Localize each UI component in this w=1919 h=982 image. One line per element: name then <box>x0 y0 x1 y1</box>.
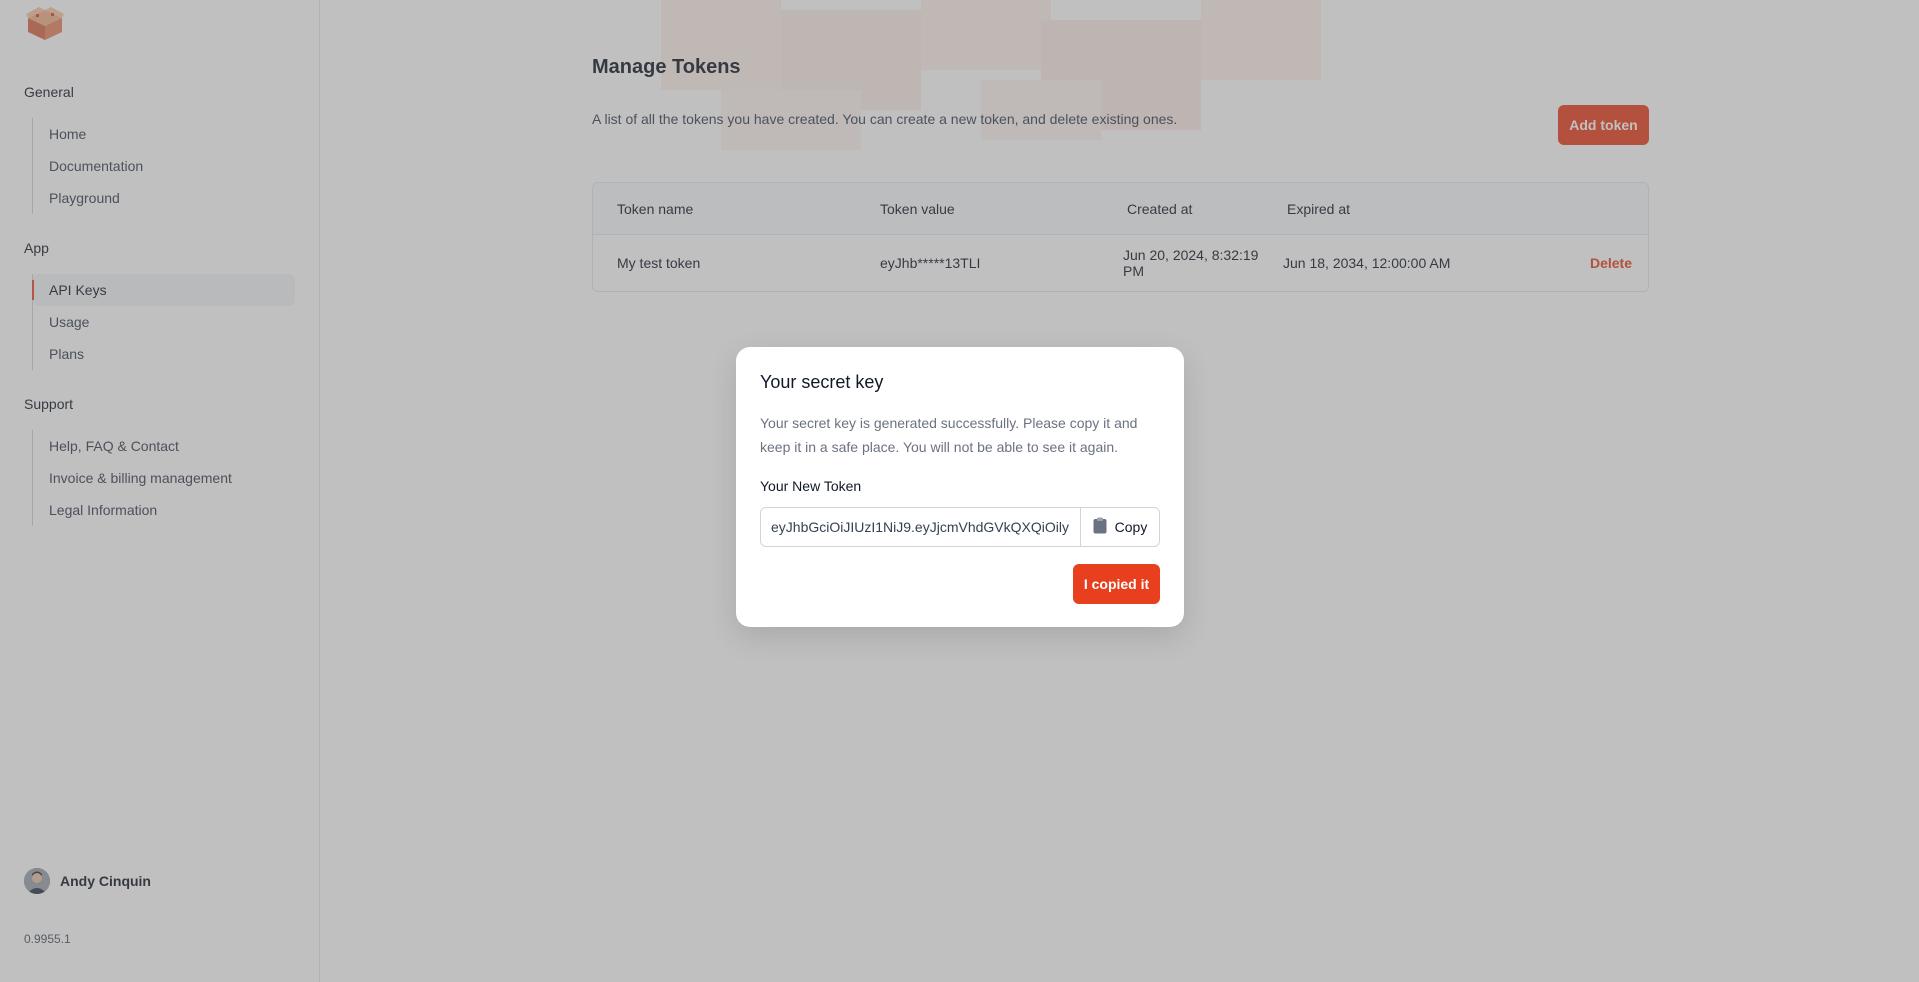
clipboard-icon <box>1093 517 1107 537</box>
copy-button-label: Copy <box>1114 519 1148 535</box>
modal-description: Your secret key is generated successfull… <box>760 415 1138 455</box>
i-copied-it-button[interactable]: I copied it <box>1073 564 1160 604</box>
token-input[interactable] <box>761 508 1080 546</box>
copy-token-button[interactable]: Copy <box>1080 508 1159 546</box>
modal-title: Your secret key <box>760 372 884 392</box>
token-field-label: Your New Token <box>760 478 862 494</box>
secret-key-modal: Your secret key Your secret key is gener… <box>736 347 1184 627</box>
token-field-group: Copy <box>760 507 1160 547</box>
